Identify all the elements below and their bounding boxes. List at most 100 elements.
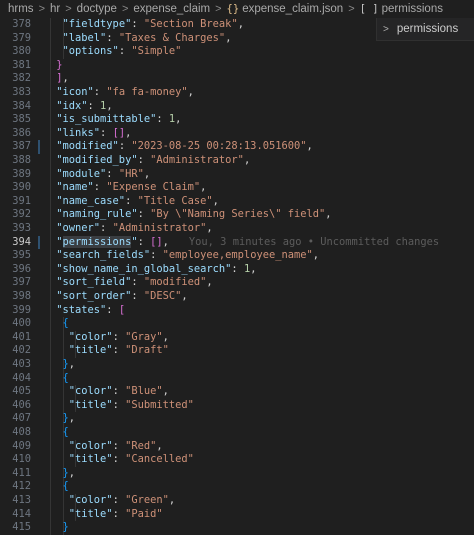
code-line[interactable]: 398 "sort_order": "DESC", — [0, 290, 474, 304]
json-string-value: "DESC" — [143, 290, 182, 302]
breadcrumb-item-file[interactable]: {} expense_claim.json — [227, 3, 344, 15]
code-line[interactable]: 412 { — [0, 480, 474, 494]
code-line[interactable]: 382], — [0, 72, 474, 86]
chevron-right-icon: > — [65, 3, 72, 15]
line-number: 407 — [12, 412, 31, 425]
indent-guide — [50, 371, 51, 386]
git-blame-annotation: You, 3 minutes ago • Uncommitted changes — [188, 235, 440, 248]
indent-guide — [50, 439, 51, 454]
code-line[interactable]: 409 "color": "Red", — [0, 439, 474, 454]
code-text: "title": "Draft" — [68, 344, 169, 357]
code-text: "options": "Simple" — [62, 45, 182, 58]
breadcrumb-item-hrms[interactable]: hrms — [8, 3, 34, 15]
line-number: 415 — [12, 521, 31, 534]
code-line[interactable]: 394 "permissions": [], You, 3 minutes ago … — [0, 235, 474, 250]
code-line[interactable]: 387 "modified": "2023-08-25 00:28:13.0516… — [0, 140, 474, 154]
code-line[interactable]: 411}, — [0, 466, 474, 481]
code-text: "name": "Expense Claim", — [56, 181, 207, 194]
code-line[interactable]: 399 "states": [ — [0, 303, 474, 318]
code-line[interactable]: 385 "is_submittable": 1, — [0, 113, 474, 127]
line-number: 405 — [12, 385, 31, 398]
code-line[interactable]: 396 "show_name_in_global_search": 1, — [0, 262, 474, 277]
line-number: 395 — [12, 249, 31, 262]
code-line[interactable]: 384 "idx": 1, — [0, 99, 474, 114]
code-line[interactable]: 401 "color": "Gray", — [0, 330, 474, 345]
code-line[interactable]: 395 "search_fields": "employee,employee_n… — [0, 249, 474, 263]
line-number: 409 — [12, 439, 31, 452]
code-line[interactable]: 404 { — [0, 371, 474, 386]
code-line[interactable]: 400 { — [0, 317, 474, 331]
code-line[interactable]: 389 "module": "HR", — [0, 167, 474, 182]
breadcrumb-item-hr[interactable]: hr — [50, 3, 60, 15]
breadcrumb-item-doctype[interactable]: doctype — [77, 3, 117, 15]
indent-guide — [50, 208, 51, 222]
line-number: 380 — [12, 45, 31, 58]
code-line[interactable]: 406 "title": "Submitted" — [0, 398, 474, 413]
indent-guide — [62, 439, 64, 454]
code-line[interactable]: 391 "name_case": "Title Case", — [0, 194, 474, 209]
json-key: "color" — [68, 385, 113, 398]
line-number: 410 — [12, 453, 31, 466]
code-editor[interactable]: 378 "fieldtype": "Section Break", 379 "labe… — [0, 18, 474, 535]
modified-gutter-marker[interactable] — [38, 235, 40, 250]
line-number: 404 — [12, 371, 31, 384]
json-string-value: "2023-08-25 00:28:13.051600" — [131, 140, 307, 153]
modified-gutter-marker[interactable] — [38, 140, 40, 154]
indent-guide — [50, 72, 51, 86]
breadcrumb-label: hrms — [8, 3, 34, 15]
line-number: 414 — [12, 507, 31, 520]
breadcrumb-label: expense_claim.json — [242, 3, 344, 15]
indent-guide — [50, 385, 51, 399]
code-line[interactable]: 402 "title": "Draft" — [0, 344, 474, 358]
code-line[interactable]: 393 "owner": "Administrator", — [0, 222, 474, 236]
indent-guide — [50, 154, 51, 168]
json-key: "title" — [68, 453, 113, 466]
code-line[interactable]: 388 "modified_by": "Administrator", — [0, 154, 474, 168]
indent-guide — [50, 344, 51, 358]
code-line[interactable]: 407}, — [0, 412, 474, 426]
indent-guide — [50, 330, 51, 345]
line-number: 403 — [12, 358, 31, 370]
json-string-value: "Expense Claim" — [106, 181, 201, 194]
code-line[interactable]: 405 "color": "Blue", — [0, 385, 474, 399]
indent-guide — [62, 330, 64, 345]
breadcrumb: hrms > hr > doctype > expense_claim > {}… — [0, 0, 474, 18]
code-text: "color": "Red", — [68, 439, 163, 452]
line-number: 393 — [12, 222, 31, 234]
code-text: "modified_by": "Administrator", — [56, 154, 251, 166]
breadcrumb-item-expense-claim[interactable]: expense_claim — [133, 3, 210, 15]
json-key: "icon" — [56, 86, 94, 98]
breadcrumb-item-permissions[interactable]: [ ] permissions — [360, 3, 443, 15]
indent-guide — [50, 480, 51, 494]
code-line[interactable]: 414 "title": "Paid" — [0, 507, 474, 522]
code-line[interactable]: 390 "name": "Expense Claim", — [0, 181, 474, 195]
indent-guide — [50, 58, 51, 73]
sticky-scroll-label: permissions — [396, 23, 459, 35]
code-line[interactable]: 403}, — [0, 358, 474, 372]
line-number: 378 — [12, 18, 31, 30]
code-line[interactable]: 383 "icon": "fa fa-money", — [0, 86, 474, 100]
code-line[interactable]: 386 "links": [], — [0, 126, 474, 141]
code-line[interactable]: 392 "naming_rule": "By \"Naming Series\" … — [0, 208, 474, 222]
indent-guide — [50, 317, 51, 331]
indent-guide — [50, 426, 51, 440]
code-line[interactable]: 397 "sort_field": "modified", — [0, 276, 474, 290]
code-line[interactable]: 381} — [0, 58, 474, 73]
code-line[interactable]: 413 "color": "Green", — [0, 494, 474, 508]
code-line[interactable]: 380 "options": "Simple" — [0, 45, 474, 59]
code-line[interactable]: 410 "title": "Cancelled" — [0, 453, 474, 467]
sticky-scroll-header[interactable]: > permissions — [376, 18, 474, 41]
code-line[interactable]: 408 { — [0, 426, 474, 440]
line-number: 391 — [12, 194, 31, 207]
indent-guide — [50, 113, 51, 127]
json-string-value: "HR" — [118, 167, 144, 180]
json-string-value: "fa fa-money" — [106, 86, 188, 98]
json-string-value: "Administrator" — [112, 222, 207, 234]
line-number: 383 — [12, 86, 31, 98]
code-line[interactable]: 415} — [0, 521, 474, 535]
json-string-value: "Cancelled" — [125, 453, 194, 466]
indent-guide — [50, 303, 51, 318]
line-number: 386 — [12, 126, 31, 139]
line-number: 402 — [12, 344, 31, 357]
breadcrumb-label: hr — [50, 3, 61, 15]
